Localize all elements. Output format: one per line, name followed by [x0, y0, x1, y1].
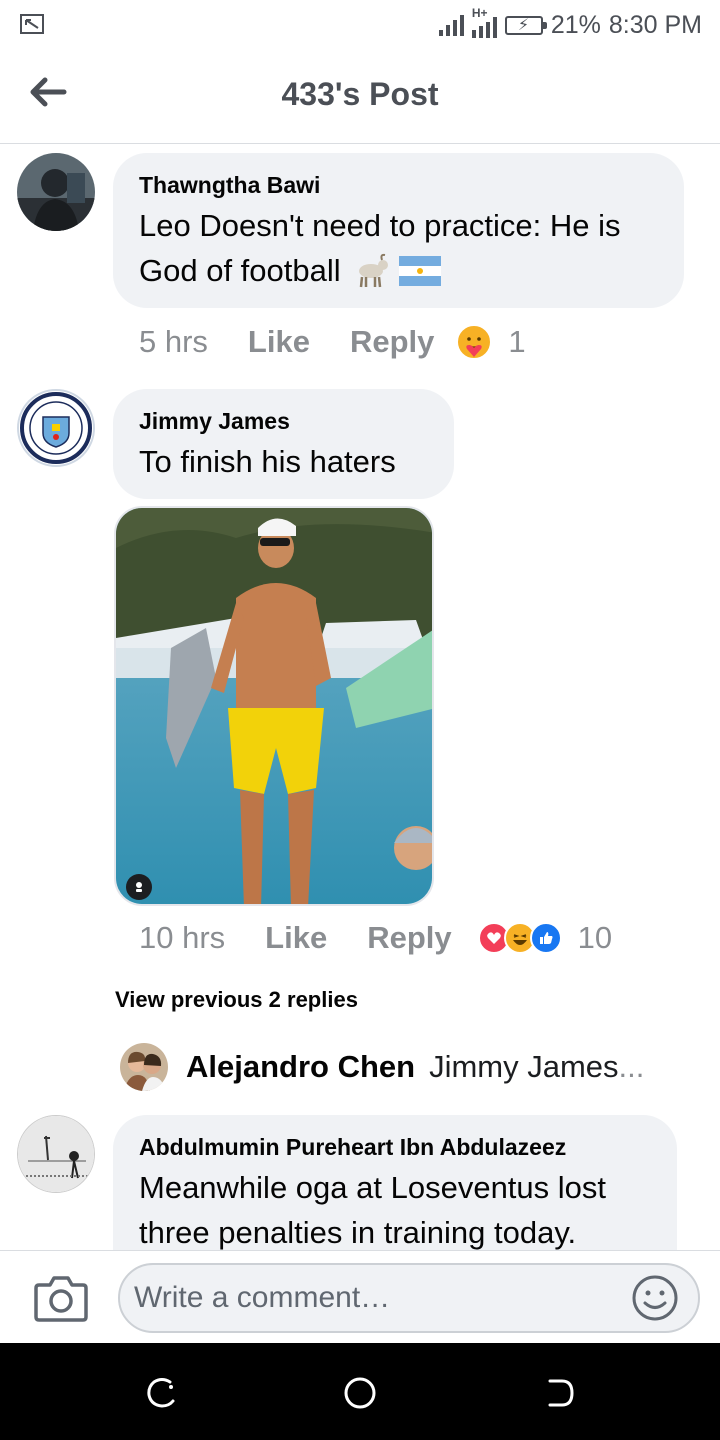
comment-author[interactable]: Abdulmumin Pureheart Ibn Abdulazeez: [139, 1133, 651, 1161]
comment-line: God of football: [139, 248, 658, 293]
comment-line: Meanwhile oga at Loseventus lost: [139, 1170, 607, 1205]
comment-author[interactable]: Jimmy James: [139, 407, 428, 435]
comment-text: Leo Doesn't need to practice: He is God …: [139, 203, 658, 293]
comment-input[interactable]: [118, 1263, 700, 1333]
comment-composer: [0, 1250, 720, 1343]
wifi-signal-icon: [438, 14, 464, 36]
goat-emoji-icon: [353, 253, 391, 289]
argentina-flag-icon: [398, 255, 441, 286]
comment-actions: 10 hrs Like Reply 10: [139, 918, 612, 958]
comment-time[interactable]: 10 hrs: [139, 920, 225, 956]
like-reaction-icon: [529, 922, 562, 954]
network-type: H+: [471, 6, 488, 20]
comment-time[interactable]: 5 hrs: [139, 324, 208, 360]
status-bar: H+ ⚡ 21% 8:30 PM: [0, 0, 720, 50]
avatar[interactable]: [17, 1115, 95, 1193]
care-reaction-icon: [456, 324, 493, 360]
comment-actions: 5 hrs Like Reply 1: [139, 322, 526, 362]
reactions-summary[interactable]: [477, 922, 562, 954]
reply-button[interactable]: Reply: [367, 920, 451, 956]
reply-button[interactable]: Reply: [350, 324, 434, 360]
reactions-summary[interactable]: [456, 324, 493, 360]
battery-icon: ⚡: [504, 15, 547, 35]
avatar[interactable]: [120, 1043, 168, 1091]
like-button[interactable]: Like: [265, 920, 327, 956]
reaction-count[interactable]: 10: [578, 920, 612, 956]
cell-signal-icon: H+: [471, 6, 497, 38]
back-nav-button-icon[interactable]: [538, 1373, 578, 1413]
comment-photo[interactable]: [114, 506, 434, 906]
photo-image: [116, 508, 432, 904]
emoji-button[interactable]: [630, 1273, 680, 1323]
reply-preview[interactable]: Alejandro Chen Jimmy James ...: [120, 1042, 680, 1092]
comment-bubble[interactable]: Thawngtha Bawi Leo Doesn't need to pract…: [113, 153, 684, 308]
smiley-icon: [632, 1275, 678, 1321]
page-title: 433's Post: [281, 76, 439, 112]
reply-snippet: Jimmy James: [429, 1049, 619, 1084]
view-previous-replies-link[interactable]: View previous 2 replies: [115, 987, 358, 1013]
camera-icon: [34, 1276, 88, 1322]
comment-text: To finish his haters: [139, 444, 396, 479]
clock: 8:30 PM: [608, 10, 702, 39]
comment-text: Meanwhile oga at Loseventus lost three p…: [139, 1165, 651, 1255]
comment-line-text: God of football: [139, 253, 341, 288]
reply-ellipsis: ...: [618, 1049, 645, 1084]
screen-cast-icon: [20, 14, 44, 34]
comment-line: three penalties in training today.: [139, 1215, 577, 1250]
camera-button[interactable]: [34, 1273, 88, 1323]
reply-author[interactable]: Alejandro Chen: [186, 1049, 415, 1085]
status-indicators: H+ ⚡ 21% 8:30 PM: [438, 6, 702, 42]
comment-bubble[interactable]: Jimmy James To finish his haters: [113, 389, 454, 499]
comment-author[interactable]: Thawngtha Bawi: [139, 171, 658, 199]
photo-badge-icon: [126, 874, 152, 900]
system-navigation-bar: [0, 1343, 720, 1440]
like-button[interactable]: Like: [248, 324, 310, 360]
avatar[interactable]: [17, 389, 95, 467]
post-header: 433's Post: [0, 50, 720, 144]
home-button-icon[interactable]: [340, 1373, 380, 1413]
comment-line: Leo Doesn't need to practice: He is: [139, 208, 621, 243]
avatar[interactable]: [17, 153, 95, 231]
recents-button-icon[interactable]: [142, 1373, 182, 1413]
battery-percent: 21%: [550, 10, 601, 39]
reaction-count[interactable]: 1: [508, 324, 525, 360]
